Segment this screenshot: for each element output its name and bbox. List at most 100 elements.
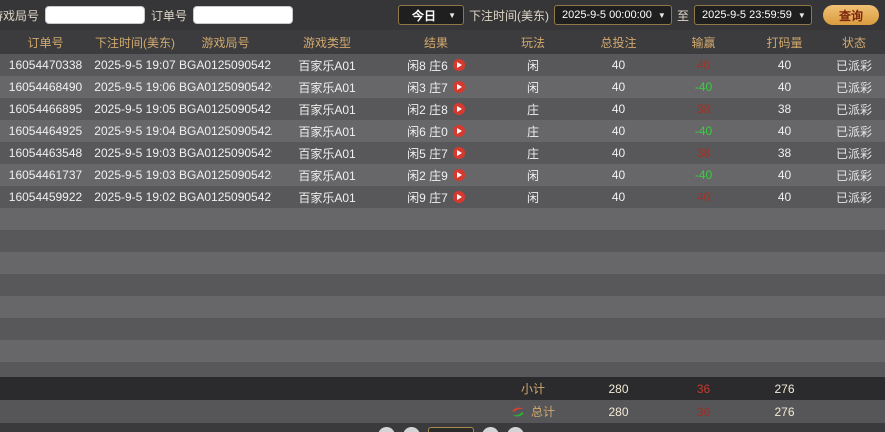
time-from-select[interactable]: 2025-9-5 00:00:00 ▼ <box>553 5 672 25</box>
cell-result: 闲5 庄7 <box>382 145 490 162</box>
cell-total-bet: 40 <box>611 124 626 138</box>
cell-result: 闲6 庄0 <box>382 123 490 140</box>
empty-stripe <box>0 252 885 274</box>
chevron-down-icon: ▼ <box>448 10 456 20</box>
cell-order-no: 16054464925 <box>8 124 83 138</box>
table-row[interactable]: 16054464925 2025-9-5 19:04 BGA0125090542… <box>0 120 885 142</box>
result-text: 闲2 庄8 <box>407 102 448 117</box>
chevron-down-icon: ▼ <box>797 10 806 20</box>
time-to-value: 2025-9-5 23:59:59 <box>702 9 792 21</box>
total-total-bet: 280 <box>608 404 629 419</box>
cell-bet-time: 2025-9-5 19:03 <box>94 146 176 160</box>
result-text: 闲2 庄9 <box>407 168 448 183</box>
table-row[interactable]: 16054463548 2025-9-5 19:03 BGA0125090542… <box>0 142 885 164</box>
cell-win-loss: -40 <box>694 168 713 182</box>
cell-status: 已派彩 <box>835 102 872 117</box>
empty-stripe <box>0 230 885 252</box>
cell-game-type: 百家乐A01 <box>298 80 356 95</box>
replay-icon[interactable] <box>452 147 465 159</box>
pager-next-button[interactable] <box>482 427 499 432</box>
pager-last-button[interactable] <box>507 427 524 432</box>
time-to-select[interactable]: 2025-9-5 23:59:59 ▼ <box>694 5 812 25</box>
page-number-input[interactable] <box>428 427 474 432</box>
cell-play-type: 闲 <box>526 168 539 183</box>
replay-icon[interactable] <box>452 169 465 181</box>
cell-turnover: 40 <box>777 58 792 72</box>
cell-round-no: BGA01250905428 <box>179 168 272 182</box>
empty-stripe <box>0 274 885 296</box>
search-button[interactable]: 查询 <box>823 5 879 25</box>
bet-time-label: 下注时间(美东) <box>468 8 549 23</box>
total-win-loss: 36 <box>696 404 711 419</box>
cell-game-type: 百家乐A01 <box>298 58 356 73</box>
cell-total-bet: 40 <box>611 80 626 94</box>
subtotal-total-bet: 280 <box>608 381 629 396</box>
header-status: 状态 <box>841 35 866 50</box>
cell-game-type: 百家乐A01 <box>298 146 356 161</box>
cell-total-bet: 40 <box>611 190 626 204</box>
header-order-no: 订单号 <box>27 35 64 50</box>
bet-history-page: 游戏局号 订单号 今日 ▼ 下注时间(美东) 2025-9-5 00:00:00… <box>0 0 885 432</box>
cell-total-bet: 40 <box>611 146 626 160</box>
table-header: 订单号 下注时间(美东) 游戏局号 游戏类型 结果 玩法 总投注 输赢 打码量 … <box>0 30 885 54</box>
filter-bar: 游戏局号 订单号 今日 ▼ 下注时间(美东) 2025-9-5 00:00:00… <box>0 0 885 30</box>
result-text: 闲8 庄6 <box>407 58 448 73</box>
total-row: 总计 280 36 276 <box>0 400 885 424</box>
cell-turnover: 38 <box>777 102 792 116</box>
cell-result: 闲9 庄7 <box>382 189 490 206</box>
cell-win-loss: 38 <box>696 146 711 160</box>
date-range-select[interactable]: 今日 ▼ <box>397 5 464 25</box>
cell-round-no: BGA0125090542B <box>179 102 272 116</box>
table-row[interactable]: 16054470338 2025-9-5 19:07 BGA0125090542… <box>0 54 885 76</box>
table-row[interactable]: 16054466895 2025-9-5 19:05 BGA0125090542… <box>0 98 885 120</box>
cell-turnover: 40 <box>777 80 792 94</box>
cell-status: 已派彩 <box>835 146 872 161</box>
replay-icon[interactable] <box>452 81 465 93</box>
game-round-input[interactable] <box>45 6 146 24</box>
cell-bet-time: 2025-9-5 19:06 <box>94 80 176 94</box>
time-from-value: 2025-9-5 00:00:00 <box>561 9 652 21</box>
table-row[interactable]: 16054461737 2025-9-5 19:03 BGA0125090542… <box>0 164 885 186</box>
header-play: 玩法 <box>520 35 545 50</box>
header-round-no: 游戏局号 <box>201 35 250 50</box>
cell-turnover: 38 <box>777 146 792 160</box>
cell-game-type: 百家乐A01 <box>298 102 356 117</box>
cell-order-no: 16054463548 <box>8 146 83 160</box>
pager-prev-button[interactable] <box>403 427 420 432</box>
cell-win-loss: -40 <box>694 124 713 138</box>
header-win-loss: 输赢 <box>691 35 716 50</box>
result-text: 闲3 庄7 <box>407 80 448 95</box>
cell-order-no: 16054470338 <box>8 58 83 72</box>
table-empty-area <box>0 208 885 378</box>
cell-result: 闲2 庄8 <box>382 101 490 118</box>
cell-game-type: 百家乐A01 <box>298 190 356 205</box>
cell-status: 已派彩 <box>835 124 872 139</box>
total-label-cell: 总计 <box>490 403 576 420</box>
cell-play-type: 庄 <box>526 124 539 139</box>
cell-round-no: BGA01250905427 <box>179 190 272 204</box>
pager-first-button[interactable] <box>378 427 395 432</box>
to-label: 至 <box>676 8 689 23</box>
cell-order-no: 16054468490 <box>8 80 83 94</box>
cell-bet-time: 2025-9-5 19:03 <box>94 168 176 182</box>
replay-icon[interactable] <box>452 125 465 137</box>
cell-play-type: 闲 <box>526 80 539 95</box>
subtotal-label: 小计 <box>520 382 545 397</box>
table-body: 16054470338 2025-9-5 19:07 BGA0125090542… <box>0 54 885 208</box>
replay-icon[interactable] <box>452 191 465 203</box>
replay-icon[interactable] <box>452 103 465 115</box>
table-row[interactable]: 16054468490 2025-9-5 19:06 BGA0125090542… <box>0 76 885 98</box>
header-game-type: 游戏类型 <box>302 35 351 50</box>
total-turnover: 276 <box>774 404 795 419</box>
table-row[interactable]: 16054459922 2025-9-5 19:02 BGA0125090542… <box>0 186 885 208</box>
header-turnover: 打码量 <box>766 35 803 50</box>
cell-game-type: 百家乐A01 <box>298 168 356 183</box>
cell-order-no: 16054459922 <box>8 190 83 204</box>
order-no-input[interactable] <box>193 6 294 24</box>
cell-total-bet: 40 <box>611 58 626 72</box>
result-text: 闲5 庄7 <box>407 146 448 161</box>
cell-total-bet: 40 <box>611 102 626 116</box>
replay-icon[interactable] <box>452 59 465 71</box>
cell-result: 闲3 庄7 <box>382 79 490 96</box>
cell-play-type: 庄 <box>526 102 539 117</box>
